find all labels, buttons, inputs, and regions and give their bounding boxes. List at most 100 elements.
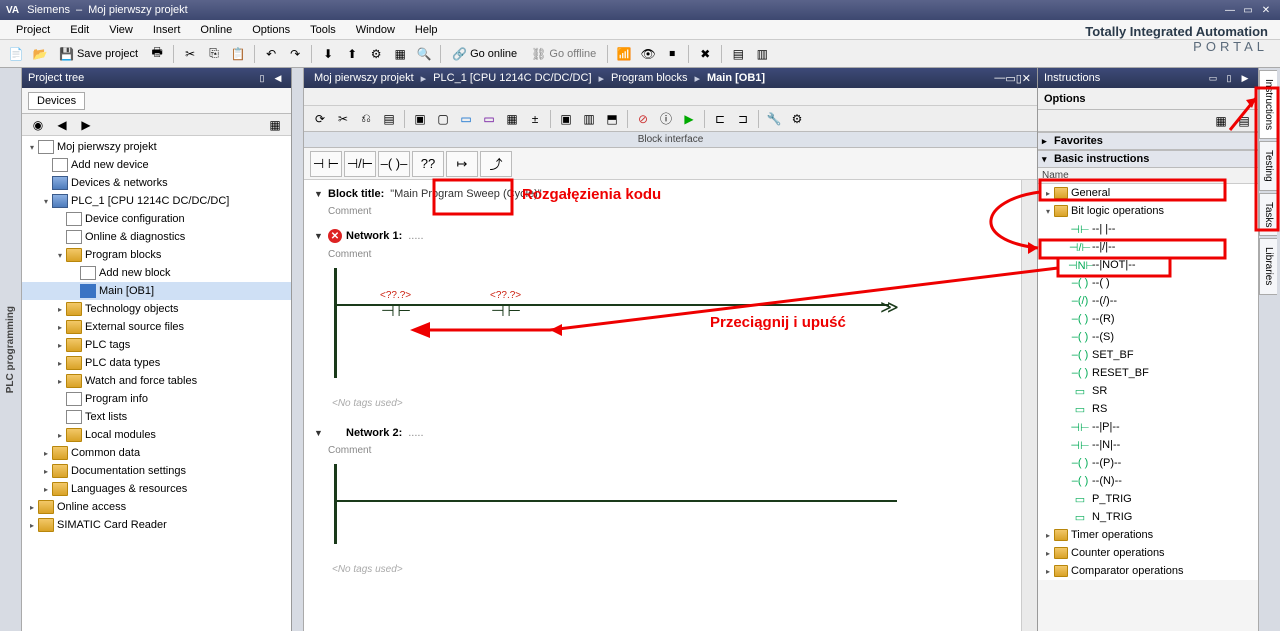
pt-collapse-icon[interactable]: ◀ xyxy=(271,71,285,85)
tree-item[interactable]: ▾Program blocks xyxy=(22,246,291,264)
options-header[interactable]: Options xyxy=(1038,88,1258,110)
flash-icon[interactable]: 📶 xyxy=(614,44,634,64)
stop-icon[interactable]: ⏹ xyxy=(662,44,682,64)
paste-icon[interactable]: 📋 xyxy=(228,44,248,64)
crumb-0[interactable]: Moj pierwszy projekt xyxy=(310,72,418,84)
basic-instructions-accordion[interactable]: ▾Basic instructions xyxy=(1038,150,1258,168)
crumb-2[interactable]: Program blocks xyxy=(607,72,691,84)
tree-item[interactable]: Add new block xyxy=(22,264,291,282)
copy-icon[interactable]: ⎘ xyxy=(204,44,224,64)
ed-btn-10[interactable]: ± xyxy=(525,109,545,129)
instr-item[interactable]: –( )--(N)-- xyxy=(1038,472,1258,490)
split-v-icon[interactable]: ▥ xyxy=(752,44,772,64)
lad-branch-open[interactable]: ↦ xyxy=(446,151,478,177)
opt-grid-icon[interactable]: ▦ xyxy=(1211,111,1231,131)
crumb-1[interactable]: PLC_1 [CPU 1214C DC/DC/DC] xyxy=(429,72,595,84)
tree-item[interactable]: Add new device xyxy=(22,156,291,174)
instr-group[interactable]: ▸General xyxy=(1038,184,1258,202)
tree-item[interactable]: ▾Moj pierwszy projekt xyxy=(22,138,291,156)
instr-expand-icon[interactable]: ▶ xyxy=(1238,71,1252,85)
tree-item[interactable]: ▸PLC tags xyxy=(22,336,291,354)
instr-pin2-icon[interactable]: ▯ xyxy=(1222,71,1236,85)
instr-item[interactable]: ⊣⊢--|N|-- xyxy=(1038,436,1258,454)
tree-item[interactable]: ▸PLC data types xyxy=(22,354,291,372)
pt-nav-back-icon[interactable]: ◀ xyxy=(52,115,72,135)
pt-pin-icon[interactable]: ▯ xyxy=(255,71,269,85)
lad-coil[interactable]: –( )– xyxy=(378,151,410,177)
open-project-icon[interactable]: 📂 xyxy=(30,44,50,64)
menu-insert[interactable]: Insert xyxy=(143,22,191,38)
ed-btn-20[interactable]: ⚙ xyxy=(787,109,807,129)
tree-item[interactable]: ▸Online access xyxy=(22,498,291,516)
instr-item[interactable]: ⊣/⊢--|/|-- xyxy=(1038,238,1258,256)
instr-group[interactable]: ▾Bit logic operations xyxy=(1038,202,1258,220)
instr-item[interactable]: –(/)--(/)-- xyxy=(1038,292,1258,310)
net1-contact-1[interactable]: <??.?> ⊣ ⊢ xyxy=(380,290,411,321)
net1-rung[interactable]: <??.?> ⊣ ⊢ <??.?> ⊣ ⊢ ≫ xyxy=(330,268,1011,378)
lad-contact-no[interactable]: ⊣ ⊢ xyxy=(310,151,342,177)
search-icon[interactable]: 🔍 xyxy=(414,44,434,64)
net1-label[interactable]: Network 1: xyxy=(346,230,402,242)
net2-comment[interactable]: Comment xyxy=(314,443,1011,464)
ed-btn-15[interactable]: ⓘ xyxy=(656,109,676,129)
left-strip[interactable]: PLC programming xyxy=(0,68,22,631)
ed-btn-13[interactable]: ⬒ xyxy=(602,109,622,129)
net2-twist[interactable]: ▼ xyxy=(314,428,328,438)
net1-contact-2[interactable]: <??.?> ⊣ ⊢ xyxy=(490,290,521,321)
opt-list-icon[interactable]: ▤ xyxy=(1234,111,1254,131)
menu-view[interactable]: View xyxy=(99,22,143,38)
devices-tab[interactable]: Devices xyxy=(28,92,85,110)
split-h-icon[interactable]: ▤ xyxy=(728,44,748,64)
net1-twist[interactable]: ▼ xyxy=(314,231,328,241)
ed-btn-6[interactable]: ▢ xyxy=(433,109,453,129)
instr-item[interactable]: ▭N_TRIG xyxy=(1038,508,1258,526)
tree-item[interactable]: Text lists xyxy=(22,408,291,426)
editor-scrollbar[interactable] xyxy=(1021,180,1037,631)
download-icon[interactable]: ⬇ xyxy=(318,44,338,64)
ed-btn-16[interactable]: ▶ xyxy=(679,109,699,129)
instr-item[interactable]: ▭P_TRIG xyxy=(1038,490,1258,508)
instr-pin-icon[interactable]: ▭ xyxy=(1206,71,1220,85)
ed-btn-1[interactable]: ⟳ xyxy=(310,109,330,129)
menu-window[interactable]: Window xyxy=(346,22,405,38)
center-strip[interactable] xyxy=(292,68,304,631)
ed-win1-icon[interactable]: — xyxy=(994,72,1005,84)
ed-btn-4[interactable]: ▤ xyxy=(379,109,399,129)
tree-item[interactable]: ▸Watch and force tables xyxy=(22,372,291,390)
ed-btn-17[interactable]: ⊏ xyxy=(710,109,730,129)
rtab-instructions[interactable]: Instructions xyxy=(1259,70,1277,139)
block-interface-bar[interactable]: Block interface xyxy=(304,132,1037,148)
instr-item[interactable]: –( )--(S) xyxy=(1038,328,1258,346)
instr-item[interactable]: ▭RS xyxy=(1038,400,1258,418)
instr-item[interactable]: ▭SR xyxy=(1038,382,1258,400)
net1-comment[interactable]: Comment xyxy=(314,247,1011,268)
tree-item[interactable]: ▸Languages & resources xyxy=(22,480,291,498)
close-button[interactable]: ✕ xyxy=(1258,3,1274,17)
maximize-button[interactable]: ▭ xyxy=(1240,3,1256,17)
project-tree[interactable]: ▾Moj pierwszy projektAdd new deviceDevic… xyxy=(22,136,291,631)
ed-btn-2[interactable]: ✂ xyxy=(333,109,353,129)
instr-item[interactable]: –( )--(P)-- xyxy=(1038,454,1258,472)
ed-btn-19[interactable]: 🔧 xyxy=(764,109,784,129)
instr-item[interactable]: ⊣⊢--| |-- xyxy=(1038,220,1258,238)
rtab-libraries[interactable]: Libraries xyxy=(1259,238,1277,294)
menu-tools[interactable]: Tools xyxy=(300,22,346,38)
lad-contact-nc[interactable]: ⊣/⊢ xyxy=(344,151,376,177)
sim-icon[interactable]: ▦ xyxy=(390,44,410,64)
tree-item[interactable]: Devices & networks xyxy=(22,174,291,192)
lad-box[interactable]: ?? xyxy=(412,151,444,177)
instr-item[interactable]: –( )--( ) xyxy=(1038,274,1258,292)
crumb-3[interactable]: Main [OB1] xyxy=(703,72,769,84)
instr-item[interactable]: ⊣⊢--|P|-- xyxy=(1038,418,1258,436)
editor-body[interactable]: ▼ Block title: "Main Program Sweep (Cycl… xyxy=(304,180,1021,631)
monitor-icon[interactable]: 👁 xyxy=(638,44,658,64)
upload-icon[interactable]: ⬆ xyxy=(342,44,362,64)
menu-options[interactable]: Options xyxy=(242,22,300,38)
ed-btn-8[interactable]: ▭ xyxy=(479,109,499,129)
minimize-button[interactable]: — xyxy=(1222,3,1238,17)
instr-group[interactable]: ▸Counter operations xyxy=(1038,544,1258,562)
ed-btn-7[interactable]: ▭ xyxy=(456,109,476,129)
tree-item[interactable]: ▸Local modules xyxy=(22,426,291,444)
ed-btn-3[interactable]: ⎌ xyxy=(356,109,376,129)
tree-item[interactable]: ▸Common data xyxy=(22,444,291,462)
